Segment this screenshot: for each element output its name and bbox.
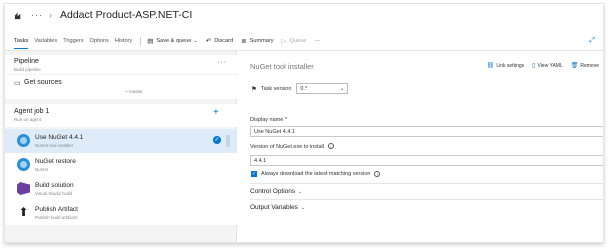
divider bbox=[250, 183, 603, 184]
task-sub: Visual Studio build bbox=[35, 191, 72, 196]
version-input[interactable]: 4.4.1 bbox=[250, 155, 603, 166]
display-name-label: Display name * bbox=[250, 117, 287, 123]
tab-history[interactable]: History bbox=[115, 33, 132, 49]
tab-tasks[interactable]: Tasks bbox=[14, 33, 29, 49]
version-label-row: Version of NuGet.exe to install i bbox=[250, 143, 334, 150]
task-sub: Publish build artifacts bbox=[35, 215, 78, 220]
task-actions: ⛓ Link settings ▯ View YAML 🗑 Remove bbox=[479, 62, 599, 70]
save-and-queue-button[interactable]: ▤ Save & queue ⌄ bbox=[147, 37, 198, 45]
add-task-icon[interactable]: + bbox=[213, 107, 219, 118]
queue-button[interactable]: ▷ Queue bbox=[282, 37, 307, 45]
pipeline-editor-window: ··· › Addact Product-ASP.NET-CI Tasks Va… bbox=[4, 3, 604, 243]
get-sources-name: Get sources bbox=[24, 79, 62, 86]
task-sub: NuGet bbox=[35, 167, 49, 172]
task-row-build-solution[interactable]: Build solution Visual Studio build bbox=[5, 177, 237, 201]
link-settings-button[interactable]: ⛓ Link settings bbox=[486, 62, 525, 70]
control-options-label: Control Options bbox=[250, 188, 296, 195]
drag-handle-icon[interactable] bbox=[226, 135, 230, 147]
pipeline-row[interactable]: Pipeline Build pipeline ··· bbox=[5, 55, 237, 74]
pipeline-more-icon[interactable]: ··· bbox=[217, 59, 227, 66]
display-name-input[interactable]: Use NuGet 4.4.1 bbox=[250, 126, 603, 137]
summary-button[interactable]: ≣ Summary bbox=[241, 37, 273, 45]
visual-studio-icon bbox=[17, 182, 30, 195]
view-yaml-label: View YAML bbox=[537, 62, 563, 69]
summary-icon: ≣ bbox=[241, 38, 247, 45]
task-version-row: ⚑ Task version 0.* ⌄ bbox=[251, 83, 349, 94]
discard-label: Discard bbox=[214, 38, 234, 44]
output-variables-section[interactable]: Output Variables ⌄ bbox=[250, 204, 305, 211]
divider bbox=[250, 199, 603, 200]
chevron-down-icon: ⌄ bbox=[193, 38, 198, 44]
page-title: Addact Product-ASP.NET-CI bbox=[60, 9, 193, 21]
chevron-down-icon: ⌄ bbox=[339, 85, 345, 92]
info-icon[interactable]: i bbox=[327, 143, 334, 149]
task-list-panel: Pipeline Build pipeline ··· ▭ Get source… bbox=[5, 51, 237, 242]
view-yaml-button[interactable]: ▯ View YAML bbox=[532, 62, 563, 70]
agent-job-sub: Run on agent bbox=[14, 117, 42, 122]
enabled-check-icon: ✓ bbox=[213, 136, 221, 144]
task-name: Build solution bbox=[35, 182, 74, 189]
play-icon: ▷ bbox=[281, 38, 287, 45]
flag-icon: ⚑ bbox=[251, 85, 257, 93]
task-sub: NuGet tool installer bbox=[35, 143, 74, 148]
undo-icon: ↶ bbox=[205, 38, 212, 45]
pipeline-sub: Build pipeline bbox=[14, 67, 41, 72]
task-name: NuGet restore bbox=[35, 158, 76, 165]
agent-job-name: Agent job 1 bbox=[14, 108, 50, 115]
checkbox-label: Always download the latest matching vers… bbox=[261, 171, 371, 177]
checkbox[interactable]: ✓ bbox=[251, 171, 257, 177]
task-details-panel: NuGet tool installer ⛓ Link settings ▯ V… bbox=[238, 51, 603, 242]
remove-button[interactable]: 🗑 Remove bbox=[570, 62, 599, 70]
toolbar-divider bbox=[140, 36, 142, 46]
source-icon: ▭ bbox=[14, 80, 21, 87]
header: ··· › Addact Product-ASP.NET-CI bbox=[5, 4, 603, 26]
task-row-publish-artifact[interactable]: ⬆ Publish Artifact Publish build artifac… bbox=[5, 201, 237, 225]
tab-bar: Tasks Variables Triggers Options History… bbox=[5, 33, 603, 49]
chevron-down-icon: ⌄ bbox=[298, 188, 303, 195]
branch-name: master bbox=[128, 89, 143, 94]
nuget-icon bbox=[17, 134, 30, 147]
tab-triggers[interactable]: Triggers bbox=[63, 33, 83, 49]
save-icon: ▤ bbox=[147, 38, 154, 45]
task-name: Publish Artifact bbox=[35, 206, 78, 213]
discard-button[interactable]: ↶ Discard bbox=[206, 37, 233, 45]
output-variables-label: Output Variables bbox=[250, 204, 298, 211]
save-and-queue-label: Save & queue bbox=[156, 38, 192, 44]
chevron-right-icon: › bbox=[49, 10, 52, 20]
task-row-use-nuget[interactable]: Use NuGet 4.4.1 NuGet tool installer ✓ bbox=[5, 129, 237, 153]
trash-icon: 🗑 bbox=[570, 63, 579, 69]
pipeline-name: Pipeline bbox=[14, 58, 39, 65]
summary-label: Summary bbox=[249, 38, 274, 44]
task-version-value: 0.* bbox=[300, 85, 308, 92]
pipeline-icon[interactable] bbox=[13, 10, 23, 20]
task-name: Use NuGet 4.4.1 bbox=[35, 134, 84, 141]
chevron-down-icon: ⌄ bbox=[300, 204, 306, 211]
document-icon: ▯ bbox=[532, 63, 536, 69]
agent-job-row[interactable]: Agent job 1 Run on agent + bbox=[5, 104, 237, 127]
task-details-title: NuGet tool installer bbox=[250, 62, 314, 71]
upload-icon: ⬆ bbox=[18, 205, 29, 219]
nuget-icon bbox=[17, 158, 30, 171]
queue-label: Queue bbox=[289, 38, 307, 44]
version-label: Version of NuGet.exe to install bbox=[250, 144, 324, 150]
info-icon[interactable]: i bbox=[374, 171, 381, 177]
task-version-select[interactable]: 0.* ⌄ bbox=[296, 83, 349, 94]
get-sources-row[interactable]: ▭ Get sources ⑂ master bbox=[5, 75, 237, 99]
expand-icon[interactable]: ⤢ bbox=[589, 37, 595, 45]
toolbar-more-button[interactable]: ··· bbox=[314, 38, 320, 44]
branch-label: ⑂ master bbox=[125, 89, 143, 94]
control-options-section[interactable]: Control Options ⌄ bbox=[250, 188, 302, 195]
remove-label: Remove bbox=[580, 62, 599, 69]
tab-options[interactable]: Options bbox=[90, 33, 109, 49]
tab-variables[interactable]: Variables bbox=[34, 33, 57, 49]
link-settings-label: Link settings bbox=[496, 62, 525, 69]
task-row-nuget-restore[interactable]: NuGet restore NuGet bbox=[5, 153, 237, 177]
more-icon[interactable]: ··· bbox=[31, 10, 43, 20]
task-version-label: Task version bbox=[260, 85, 292, 92]
always-download-checkbox-row[interactable]: ✓ Always download the latest matching ve… bbox=[251, 171, 381, 177]
link-icon: ⛓ bbox=[486, 63, 495, 69]
